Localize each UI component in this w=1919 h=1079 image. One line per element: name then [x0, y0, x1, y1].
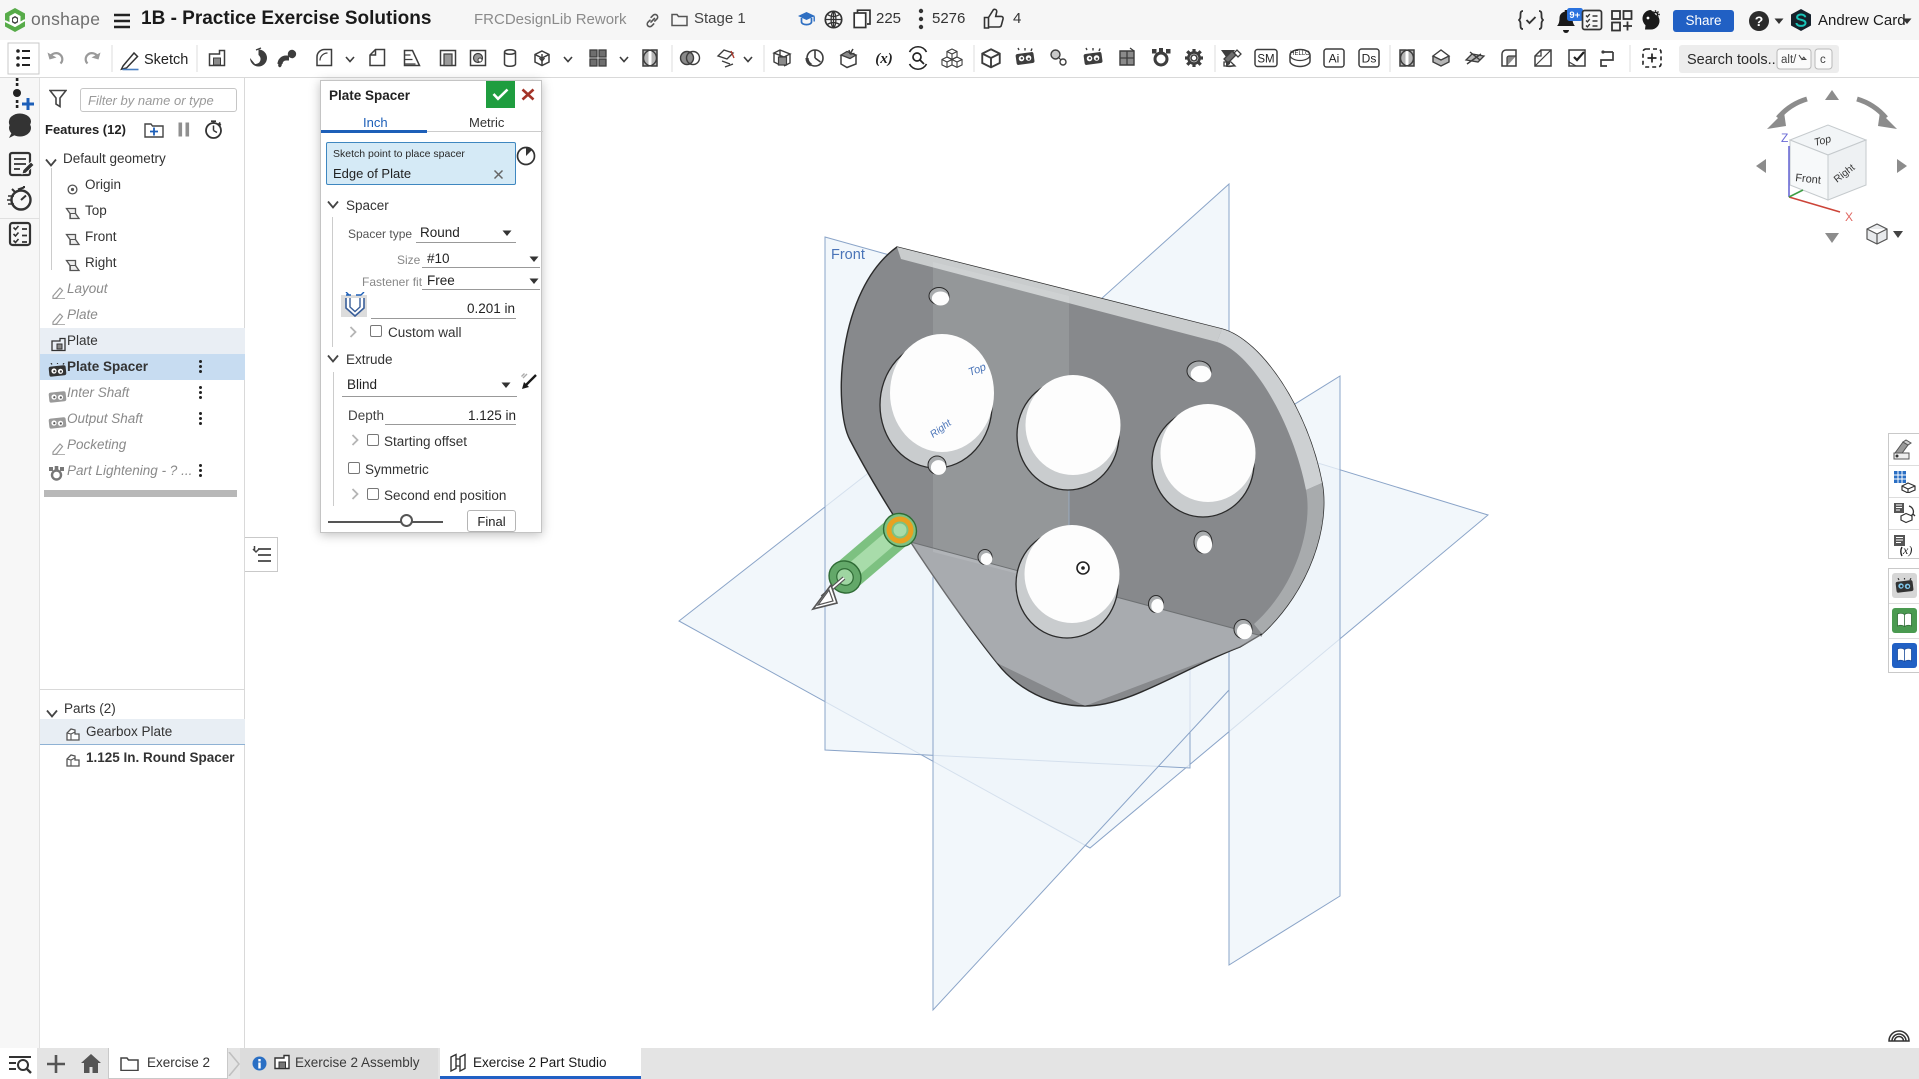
svg-text:Sketch: Sketch: [144, 52, 188, 68]
svg-text:Ds: Ds: [1362, 52, 1377, 66]
svg-text:x): x): [1902, 543, 1912, 557]
svg-text:9+: 9+: [1569, 10, 1580, 21]
svg-text:Ai: Ai: [1329, 52, 1340, 66]
svg-text:HELLO: HELLO: [1290, 51, 1310, 57]
svg-text:Search tools...: Search tools...: [1687, 52, 1780, 68]
svg-text:c: c: [1820, 54, 1826, 66]
svg-text:Z: Z: [1781, 131, 1788, 145]
svg-text:SM: SM: [1257, 54, 1274, 66]
svg-text:alt/: alt/: [1781, 54, 1797, 66]
svg-text:X: X: [1845, 210, 1853, 224]
svg-text:(x): (x): [875, 51, 893, 67]
svg-text:?: ?: [1755, 13, 1764, 29]
svg-text:Front: Front: [831, 247, 865, 263]
